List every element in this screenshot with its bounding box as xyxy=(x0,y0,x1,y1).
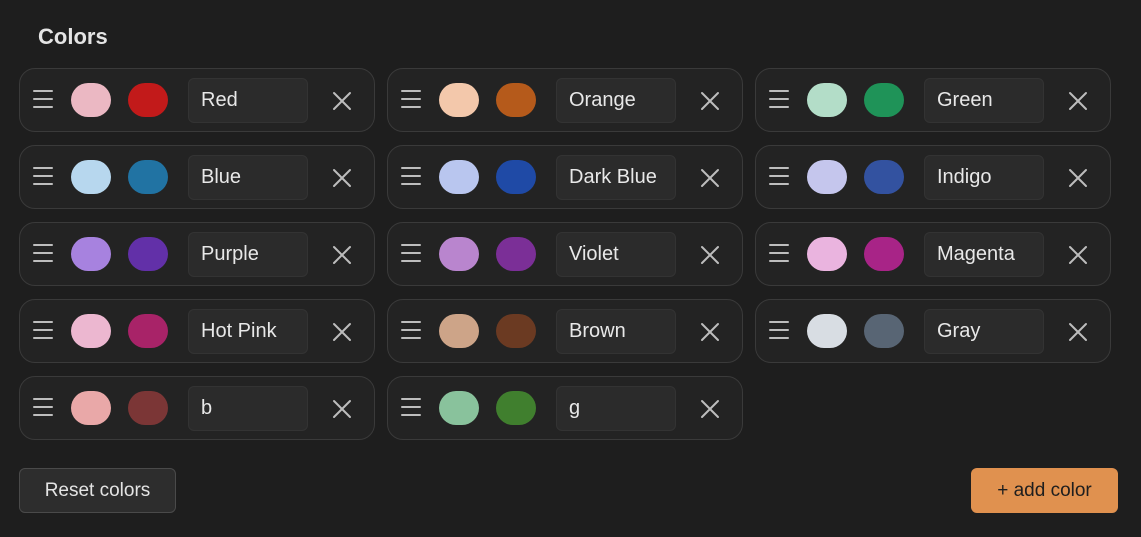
color-name-input[interactable] xyxy=(188,386,308,431)
drag-handle-icon[interactable] xyxy=(769,90,789,110)
color-name-input[interactable] xyxy=(188,309,308,354)
section-title: Colors xyxy=(38,24,108,49)
color-name-input[interactable] xyxy=(924,309,1044,354)
drag-handle-icon[interactable] xyxy=(401,398,421,418)
color-item xyxy=(19,299,375,363)
close-icon[interactable] xyxy=(1064,241,1092,269)
color-item xyxy=(19,222,375,286)
colors-settings-panel: Colors Reset colors + add color xyxy=(0,0,1141,537)
color-name-input[interactable] xyxy=(924,155,1044,200)
color-item xyxy=(755,299,1111,363)
drag-handle-icon[interactable] xyxy=(33,244,53,264)
drag-handle-icon[interactable] xyxy=(401,167,421,187)
color-name-input[interactable] xyxy=(556,232,676,277)
close-icon[interactable] xyxy=(696,395,724,423)
close-icon[interactable] xyxy=(328,164,356,192)
light-color-swatch[interactable] xyxy=(71,160,111,194)
close-icon[interactable] xyxy=(328,241,356,269)
light-color-swatch[interactable] xyxy=(439,314,479,348)
drag-handle-icon[interactable] xyxy=(33,321,53,341)
light-color-swatch[interactable] xyxy=(71,314,111,348)
light-color-swatch[interactable] xyxy=(71,391,111,425)
color-item xyxy=(387,299,743,363)
dark-color-swatch[interactable] xyxy=(864,314,904,348)
light-color-swatch[interactable] xyxy=(439,391,479,425)
close-icon[interactable] xyxy=(696,164,724,192)
dark-color-swatch[interactable] xyxy=(128,391,168,425)
reset-colors-button[interactable]: Reset colors xyxy=(19,468,176,513)
drag-handle-icon[interactable] xyxy=(33,398,53,418)
drag-handle-icon[interactable] xyxy=(401,321,421,341)
drag-handle-icon[interactable] xyxy=(33,90,53,110)
dark-color-swatch[interactable] xyxy=(496,391,536,425)
dark-color-swatch[interactable] xyxy=(864,83,904,117)
light-color-swatch[interactable] xyxy=(807,83,847,117)
color-item xyxy=(19,376,375,440)
color-item xyxy=(755,145,1111,209)
drag-handle-icon[interactable] xyxy=(401,244,421,264)
dark-color-swatch[interactable] xyxy=(864,160,904,194)
color-name-input[interactable] xyxy=(556,309,676,354)
dark-color-swatch[interactable] xyxy=(128,314,168,348)
close-icon[interactable] xyxy=(328,318,356,346)
color-name-input[interactable] xyxy=(556,386,676,431)
dark-color-swatch[interactable] xyxy=(128,160,168,194)
color-name-input[interactable] xyxy=(924,78,1044,123)
dark-color-swatch[interactable] xyxy=(496,314,536,348)
light-color-swatch[interactable] xyxy=(71,83,111,117)
dark-color-swatch[interactable] xyxy=(864,237,904,271)
close-icon[interactable] xyxy=(696,318,724,346)
light-color-swatch[interactable] xyxy=(807,314,847,348)
color-item xyxy=(387,376,743,440)
color-name-input[interactable] xyxy=(188,155,308,200)
color-item xyxy=(387,222,743,286)
close-icon[interactable] xyxy=(696,87,724,115)
light-color-swatch[interactable] xyxy=(439,83,479,117)
color-item xyxy=(19,68,375,132)
drag-handle-icon[interactable] xyxy=(401,90,421,110)
light-color-swatch[interactable] xyxy=(439,237,479,271)
color-item xyxy=(755,68,1111,132)
drag-handle-icon[interactable] xyxy=(33,167,53,187)
drag-handle-icon[interactable] xyxy=(769,167,789,187)
close-icon[interactable] xyxy=(696,241,724,269)
dark-color-swatch[interactable] xyxy=(496,160,536,194)
dark-color-swatch[interactable] xyxy=(496,83,536,117)
close-icon[interactable] xyxy=(1064,318,1092,346)
dark-color-swatch[interactable] xyxy=(128,83,168,117)
color-item xyxy=(755,222,1111,286)
light-color-swatch[interactable] xyxy=(807,160,847,194)
color-item xyxy=(387,145,743,209)
dark-color-swatch[interactable] xyxy=(496,237,536,271)
color-list xyxy=(19,68,1111,440)
close-icon[interactable] xyxy=(328,87,356,115)
color-name-input[interactable] xyxy=(556,78,676,123)
close-icon[interactable] xyxy=(328,395,356,423)
close-icon[interactable] xyxy=(1064,87,1092,115)
drag-handle-icon[interactable] xyxy=(769,321,789,341)
drag-handle-icon[interactable] xyxy=(769,244,789,264)
color-name-input[interactable] xyxy=(188,232,308,277)
light-color-swatch[interactable] xyxy=(71,237,111,271)
color-item xyxy=(19,145,375,209)
color-name-input[interactable] xyxy=(556,155,676,200)
color-name-input[interactable] xyxy=(924,232,1044,277)
close-icon[interactable] xyxy=(1064,164,1092,192)
color-name-input[interactable] xyxy=(188,78,308,123)
light-color-swatch[interactable] xyxy=(807,237,847,271)
light-color-swatch[interactable] xyxy=(439,160,479,194)
dark-color-swatch[interactable] xyxy=(128,237,168,271)
color-item xyxy=(387,68,743,132)
add-color-button[interactable]: + add color xyxy=(971,468,1118,513)
